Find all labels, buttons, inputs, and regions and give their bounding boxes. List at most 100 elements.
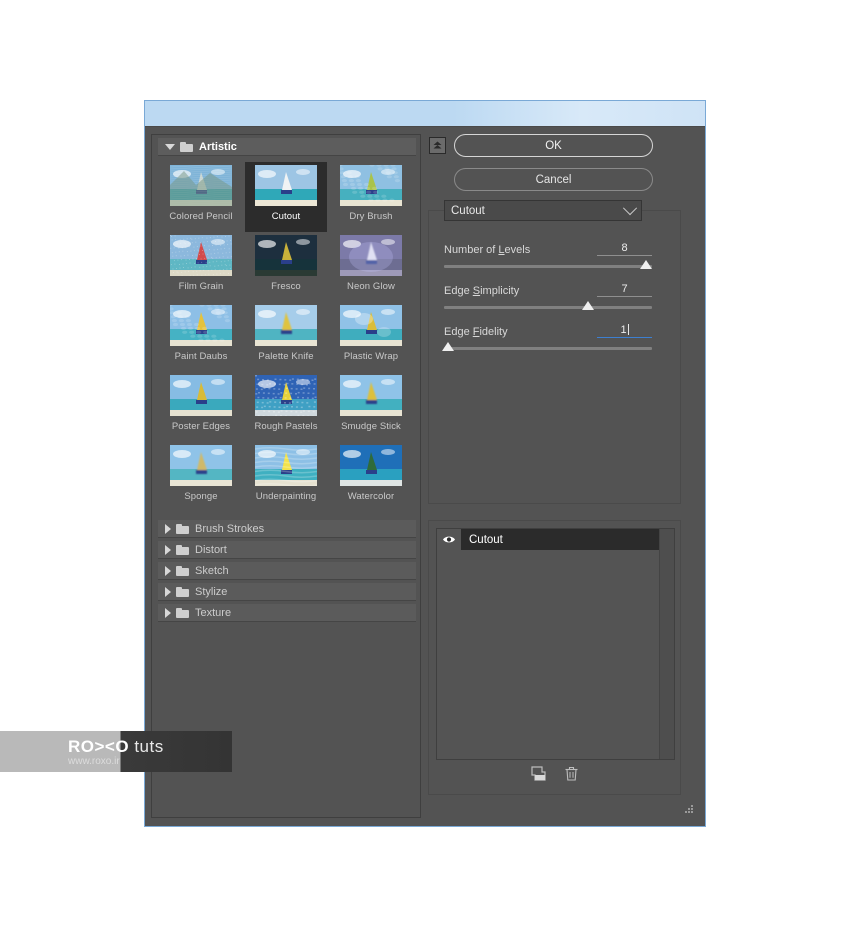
filter-thumbnail-underpainting[interactable]: Underpainting	[245, 442, 327, 512]
right-column: OK Cancel Cutout Number of Levels 8 Edge S…	[428, 134, 699, 818]
slider-label: Edge Fidelity	[444, 326, 508, 338]
triangle-down-icon	[165, 143, 175, 150]
triangle-right-icon	[165, 523, 171, 534]
filter-thumbnail-cutout[interactable]: Cutout	[245, 162, 327, 232]
eye-icon[interactable]	[437, 529, 461, 550]
filter-thumbnail-film-grain[interactable]: Film Grain	[160, 232, 242, 302]
filter-thumbnail-poster-edges[interactable]: Poster Edges	[160, 372, 242, 442]
folder-icon	[176, 544, 189, 555]
slider-label: Edge Simplicity	[444, 285, 520, 297]
filter-thumbnail-label: Sponge	[184, 491, 218, 502]
filter-thumbnail-rough-pastels[interactable]: Rough Pastels	[245, 372, 327, 442]
filter-thumbnail-palette-knife[interactable]: Palette Knife	[245, 302, 327, 372]
effect-layers-panel: Cutout	[428, 520, 681, 795]
filter-thumbnail-label: Rough Pastels	[254, 421, 318, 432]
filter-thumbnail-watercolor[interactable]: Watercolor	[330, 442, 412, 512]
category-label: Sketch	[195, 564, 229, 577]
slider-track[interactable]	[444, 301, 652, 310]
filter-thumbnail-label: Paint Daubs	[174, 351, 228, 362]
slider-thumb[interactable]	[581, 301, 594, 310]
filter-thumbnail-paint-daubs[interactable]: Paint Daubs	[160, 302, 242, 372]
watermark-brand: RO><O tuts	[68, 737, 164, 757]
category-header-distort[interactable]: Distort	[158, 541, 416, 559]
watermark-brand-text: RO><O	[68, 737, 130, 756]
collapsed-category-list: Brush Strokes Distort Sketch Stylize Texture	[152, 520, 420, 622]
filter-thumbnail-label: Colored Pencil	[169, 211, 233, 222]
filter-thumbnail-smudge-stick[interactable]: Smudge Stick	[330, 372, 412, 442]
filter-thumbnail-colored-pencil[interactable]: Colored Pencil	[160, 162, 242, 232]
filter-thumbnail-label: Plastic Wrap	[343, 351, 399, 362]
category-header-brush-strokes[interactable]: Brush Strokes	[158, 520, 416, 538]
slider-value: 7	[621, 283, 628, 295]
filter-thumbnail-sponge[interactable]: Sponge	[160, 442, 242, 512]
dialog-body: Artistic Colored Pencil Cutout Dry Brush…	[145, 126, 705, 826]
slider-edge-fidelity: Edge Fidelity 1	[442, 321, 652, 351]
triangle-right-icon	[165, 607, 171, 618]
filter-select-value: Cutout	[451, 204, 485, 217]
delete-effect-layer-icon[interactable]	[564, 766, 579, 786]
category-header-stylize[interactable]: Stylize	[158, 583, 416, 601]
layer-list-scrollbar[interactable]	[659, 529, 674, 759]
slider-value-input[interactable]: 7	[597, 283, 652, 297]
slider-number-of-levels: Number of Levels 8	[444, 239, 652, 269]
category-header-texture[interactable]: Texture	[158, 604, 416, 622]
category-label: Stylize	[195, 585, 228, 598]
slider-track[interactable]	[442, 342, 652, 351]
ok-button-label: OK	[545, 139, 562, 152]
category-label: Texture	[195, 606, 232, 619]
watermark-url: www.roxo.ir	[68, 756, 120, 767]
folder-icon	[176, 523, 189, 534]
folder-icon	[180, 141, 193, 152]
slider-value-input[interactable]: 8	[597, 242, 652, 256]
slider-thumb[interactable]	[442, 342, 455, 351]
category-label: Artistic	[199, 140, 237, 153]
folder-icon	[176, 586, 189, 597]
filter-select-dropdown[interactable]: Cutout	[444, 200, 642, 221]
category-label: Brush Strokes	[195, 522, 265, 535]
slider-label: Number of Levels	[444, 244, 531, 256]
folder-icon	[176, 565, 189, 576]
slider-value: 8	[621, 242, 628, 254]
triangle-right-icon	[165, 565, 171, 576]
filter-thumbnail-label: Cutout	[271, 211, 301, 222]
slider-thumb[interactable]	[639, 260, 652, 269]
new-effect-layer-icon[interactable]	[530, 766, 546, 786]
triangle-right-icon	[165, 544, 171, 555]
cancel-button-label: Cancel	[535, 173, 572, 186]
filter-browser-panel: Artistic Colored Pencil Cutout Dry Brush…	[151, 134, 421, 818]
filter-settings-group: Cutout Number of Levels 8 Edge Simplicity 7…	[428, 200, 681, 504]
watermark: RO><O tuts www.roxo.ir	[0, 731, 232, 772]
ok-button[interactable]: OK	[454, 134, 653, 157]
filter-thumbnail-label: Palette Knife	[258, 351, 314, 362]
filter-thumbnail-dry-brush[interactable]: Dry Brush	[330, 162, 412, 232]
filter-thumbnail-label: Film Grain	[178, 281, 224, 292]
folder-icon	[176, 607, 189, 618]
filter-thumbnail-label: Neon Glow	[347, 281, 395, 292]
filter-thumbnail-label: Underpainting	[255, 491, 317, 502]
filter-thumbnail-label: Dry Brush	[349, 211, 393, 222]
slider-value-input[interactable]: 1	[597, 324, 652, 338]
double-chevron-up-icon[interactable]	[429, 137, 446, 154]
category-header-artistic[interactable]: Artistic	[158, 138, 416, 156]
filter-thumbnail-neon-glow[interactable]: Neon Glow	[330, 232, 412, 302]
chevron-down-icon	[622, 200, 638, 215]
filter-thumbnail-label: Fresco	[271, 281, 301, 292]
slider-edge-simplicity: Edge Simplicity 7	[444, 280, 652, 310]
layer-tools-bar	[429, 766, 680, 786]
dialog-titlebar[interactable]	[145, 101, 705, 127]
filter-gallery-dialog: Artistic Colored Pencil Cutout Dry Brush…	[144, 100, 706, 827]
effect-layer-rows: Cutout	[437, 529, 674, 550]
effect-layer-name: Cutout	[469, 533, 503, 546]
text-cursor	[627, 324, 629, 335]
slider-track[interactable]	[444, 260, 652, 269]
category-header-sketch[interactable]: Sketch	[158, 562, 416, 580]
cancel-button[interactable]: Cancel	[454, 168, 653, 191]
filter-thumbnail-label: Watercolor	[347, 491, 395, 502]
filter-thumbnail-plastic-wrap[interactable]: Plastic Wrap	[330, 302, 412, 372]
filter-thumbnail-fresco[interactable]: Fresco	[245, 232, 327, 302]
filter-thumbnail-label: Poster Edges	[171, 421, 231, 432]
resize-grip[interactable]	[685, 805, 694, 814]
filter-thumbnail-grid: Colored Pencil Cutout Dry Brush Film Gra…	[152, 156, 420, 516]
effect-layer-row[interactable]: Cutout	[437, 529, 669, 550]
slider-value: 1	[620, 324, 627, 336]
